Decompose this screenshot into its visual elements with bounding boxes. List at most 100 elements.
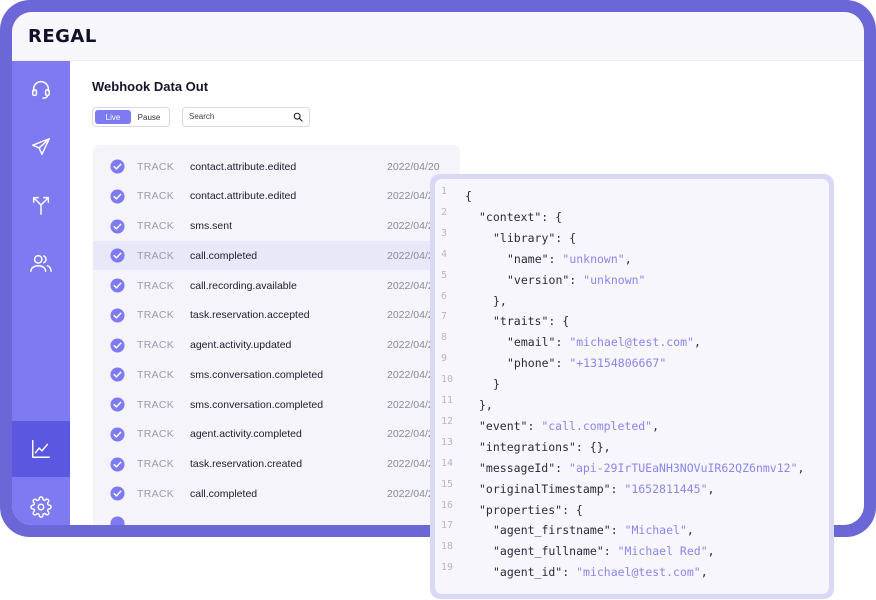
string-value: "michael@test.com" <box>569 335 694 350</box>
code-line: 16 "properties": { <box>435 499 829 524</box>
check-circle-icon <box>110 397 125 412</box>
code-token: "agent_firstname": <box>493 523 625 538</box>
page-title: Webhook Data Out <box>92 79 209 94</box>
line-number: 3 <box>441 227 448 239</box>
code-line: 14 "messageId": "api-29IrTUEaNH3NOVuIR62Q… <box>435 457 829 482</box>
code-token: , <box>797 460 805 475</box>
line-number: 6 <box>441 290 448 302</box>
code-line: 3 "library": { <box>435 227 829 252</box>
event-row[interactable]: TRACK call.recording.available 2022/04/20 <box>93 271 460 300</box>
sidebar <box>12 61 70 525</box>
code-token: } <box>493 377 500 392</box>
users-icon <box>30 254 52 272</box>
event-row[interactable]: TRACK contact.attribute.edited 2022/04/20 <box>93 182 460 211</box>
line-number: 10 <box>441 374 454 386</box>
event-row[interactable]: TRACK sms.sent 2022/04/20 <box>93 212 460 241</box>
event-row[interactable]: TRACK call.completed 2022/04/20 <box>93 241 460 271</box>
line-number: 19 <box>441 562 454 574</box>
sidebar-item-campaigns[interactable] <box>12 119 70 175</box>
event-name: sms.conversation.completed <box>190 368 324 381</box>
string-value: "unknown" <box>583 272 646 287</box>
event-date: 2022/04/20 <box>387 160 440 173</box>
sidebar-item-conversations[interactable] <box>12 61 70 117</box>
string-value: "1652811445" <box>624 481 708 496</box>
json-code-viewer: 1{2 "context": {3 "library": {4 "name": "un… <box>435 179 829 594</box>
settings-gear-icon <box>30 496 52 518</box>
event-row[interactable]: TRACK sms.conversation.completed 2022/04/2… <box>93 360 460 389</box>
live-toggle-button[interactable]: Live <box>95 110 131 124</box>
code-line: 12 "event": "call.completed", <box>435 415 829 440</box>
event-row[interactable]: TRACK task.reservation.created 2022/04/20 <box>93 450 460 479</box>
search-input[interactable]: Search <box>182 107 310 127</box>
line-number: 13 <box>441 436 454 448</box>
check-circle-icon <box>110 427 125 442</box>
code-line: 9 "phone": "+13154806667" <box>435 353 829 377</box>
event-type: TRACK <box>137 368 175 381</box>
event-name: call.completed <box>190 249 258 262</box>
code-token: , <box>693 335 701 350</box>
line-number: 16 <box>441 499 454 511</box>
string-value: "+13154806667" <box>569 356 667 371</box>
line-number: 8 <box>441 332 448 344</box>
code-token: "library": { <box>493 230 577 245</box>
line-number: 15 <box>441 478 454 490</box>
code-token: "name": <box>507 251 563 266</box>
code-text: "library": { <box>493 231 576 245</box>
code-line: 4 "name": "unknown", <box>435 248 829 273</box>
check-circle-icon <box>110 278 125 293</box>
sidebar-item-journeys[interactable] <box>12 177 70 233</box>
line-number: 12 <box>441 415 454 427</box>
code-text: { <box>465 189 472 203</box>
event-row[interactable]: TRACK agent.activity.updated 2022/04/20 <box>93 331 460 360</box>
code-token: "properties": { <box>479 502 583 517</box>
code-line: 8 "email": "michael@test.com", <box>435 332 829 356</box>
headset-icon <box>32 81 50 99</box>
code-line: 17 "agent_firstname": "Michael", <box>435 520 829 544</box>
line-number: 4 <box>441 248 448 260</box>
code-line: 6}, <box>435 290 829 315</box>
sidebar-item-settings[interactable] <box>12 479 70 525</box>
line-number: 11 <box>441 395 454 406</box>
code-text: "event": "call.completed", <box>479 419 659 433</box>
event-type: TRACK <box>137 279 175 292</box>
line-number: 14 <box>441 457 454 469</box>
payload-code-panel: 1{2 "context": {3 "library": {4 "name": "un… <box>430 174 834 599</box>
event-row[interactable]: TRACK task.reservation.accepted 2022/04/20 <box>93 301 460 330</box>
code-text: "phone": "+13154806667" <box>507 356 666 370</box>
event-name: call.completed <box>190 487 258 500</box>
search-placeholder: Search <box>189 112 215 121</box>
event-row[interactable]: TRACK sms.conversation.completed 2022/04/2… <box>93 390 460 419</box>
event-type: TRACK <box>137 487 175 500</box>
pause-toggle-button[interactable]: Pause <box>131 110 167 124</box>
event-type: TRACK <box>137 220 175 232</box>
code-line: 1{ <box>435 186 829 210</box>
check-circle-icon <box>110 456 125 472</box>
code-token: "phone": <box>507 356 570 371</box>
line-number: 7 <box>441 311 448 323</box>
code-text: "agent_id": "michael@test.com", <box>493 565 708 579</box>
sidebar-item-analytics[interactable] <box>12 421 70 477</box>
code-token: , <box>652 418 660 433</box>
code-token: , <box>707 544 715 559</box>
check-circle-icon <box>110 248 125 263</box>
event-name: sms.conversation.completed <box>190 398 324 411</box>
string-value: "Michael" <box>624 523 687 538</box>
code-token: , <box>624 251 632 266</box>
line-number: 9 <box>441 353 448 365</box>
sidebar-item-contacts[interactable] <box>12 235 70 291</box>
code-text: "name": "unknown", <box>507 252 632 266</box>
code-token: "originalTimestamp": <box>479 481 625 496</box>
code-text: "email": "michael@test.com", <box>507 335 701 349</box>
check-circle-icon <box>110 337 125 353</box>
code-token: "email": <box>507 335 570 350</box>
event-type: TRACK <box>137 339 175 351</box>
code-text: "integrations": {}, <box>479 440 611 454</box>
event-row[interactable]: TRACK call.completed 2022/04/20 <box>93 479 460 508</box>
event-row[interactable]: TRACK contact.attribute.edited 2022/04/20 <box>93 152 460 181</box>
code-token: "event": <box>479 418 542 433</box>
code-line: 13 "integrations": {}, <box>435 436 829 461</box>
event-row[interactable]: TRACK agent.activity.completed 2022/04/20 <box>93 420 460 449</box>
code-text: "messageId": "api-29IrTUEaNH3NOVuIR62QZ6… <box>479 461 804 475</box>
check-circle-icon <box>110 367 125 382</box>
code-line: 5 "version": "unknown" <box>435 270 829 294</box>
